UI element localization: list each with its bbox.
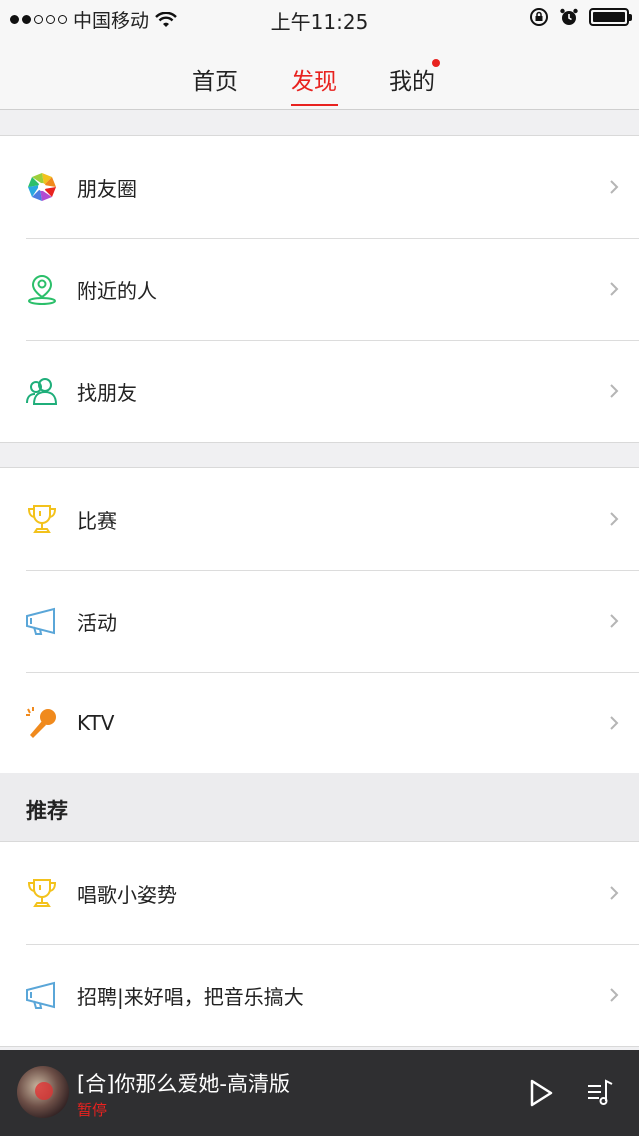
status-right (529, 7, 632, 27)
list-item-label: 朋友圈 (77, 176, 137, 201)
trophy-icon (24, 875, 60, 911)
list-item-label: 附近的人 (77, 278, 157, 303)
list-item-events[interactable]: 活动 (0, 570, 639, 672)
section-title: 推荐 (26, 799, 68, 823)
list-item-label: 活动 (77, 610, 117, 635)
list-item-nearby[interactable]: 附近的人 (0, 238, 639, 340)
recommend-section-header: 推荐 (0, 773, 639, 841)
microphone-icon (24, 705, 60, 741)
list-item-label: 唱歌小姿势 (77, 882, 177, 907)
song-title: [合]你那么爱她-高清版 (77, 1072, 290, 1096)
tab-mine[interactable]: 我的 (389, 62, 435, 96)
play-icon[interactable] (527, 1078, 555, 1108)
list-item-find-friends[interactable]: 找朋友 (0, 340, 639, 442)
list-item-moments[interactable]: 朋友圈 (0, 136, 639, 238)
chevron-right-icon (610, 716, 619, 730)
list-item-singing-tips[interactable]: 唱歌小姿势 (0, 842, 639, 944)
album-cover[interactable] (17, 1066, 69, 1118)
list-item-label: 找朋友 (77, 380, 137, 405)
list-item-label: 招聘|来好唱，把音乐搞大 (77, 984, 304, 1009)
tab-home[interactable]: 首页 (192, 62, 238, 96)
chevron-right-icon (610, 180, 619, 194)
social-group: 朋友圈 附近的人 找朋友 (0, 135, 639, 443)
friends-icon (24, 373, 60, 409)
location-person-icon (24, 271, 60, 307)
mini-player[interactable]: [合]你那么爱她-高清版 暂停 (0, 1050, 639, 1136)
chevron-right-icon (610, 512, 619, 526)
megaphone-icon (24, 977, 60, 1013)
orientation-lock-icon (530, 8, 548, 26)
play-state-label: 暂停 (77, 1101, 108, 1119)
recommend-group: 唱歌小姿势 招聘|来好唱，把音乐搞大 (0, 841, 639, 1047)
list-item-recruit[interactable]: 招聘|来好唱，把音乐搞大 (0, 944, 639, 1046)
list-item-contest[interactable]: 比赛 (0, 468, 639, 570)
status-bar: 中国移动 上午11:25 (0, 0, 639, 36)
alarm-icon (560, 8, 578, 25)
playlist-icon[interactable] (585, 1077, 615, 1107)
list-item-ktv[interactable]: KTV (0, 672, 639, 774)
battery-icon (589, 8, 632, 26)
chevron-right-icon (610, 886, 619, 900)
megaphone-icon (24, 603, 60, 639)
notification-dot (432, 59, 440, 67)
chevron-right-icon (610, 384, 619, 398)
tab-discover[interactable]: 发现 (291, 62, 337, 96)
chevron-right-icon (610, 614, 619, 628)
trophy-icon (24, 501, 60, 537)
aperture-icon (24, 169, 60, 205)
list-item-label: 比赛 (77, 508, 117, 533)
top-tab-bar: 首页 发现 我的 (0, 36, 639, 110)
activity-group: 比赛 活动 KTV (0, 467, 639, 775)
active-tab-indicator (291, 104, 338, 106)
chevron-right-icon (610, 988, 619, 1002)
chevron-right-icon (610, 282, 619, 296)
list-item-label: KTV (77, 711, 115, 735)
